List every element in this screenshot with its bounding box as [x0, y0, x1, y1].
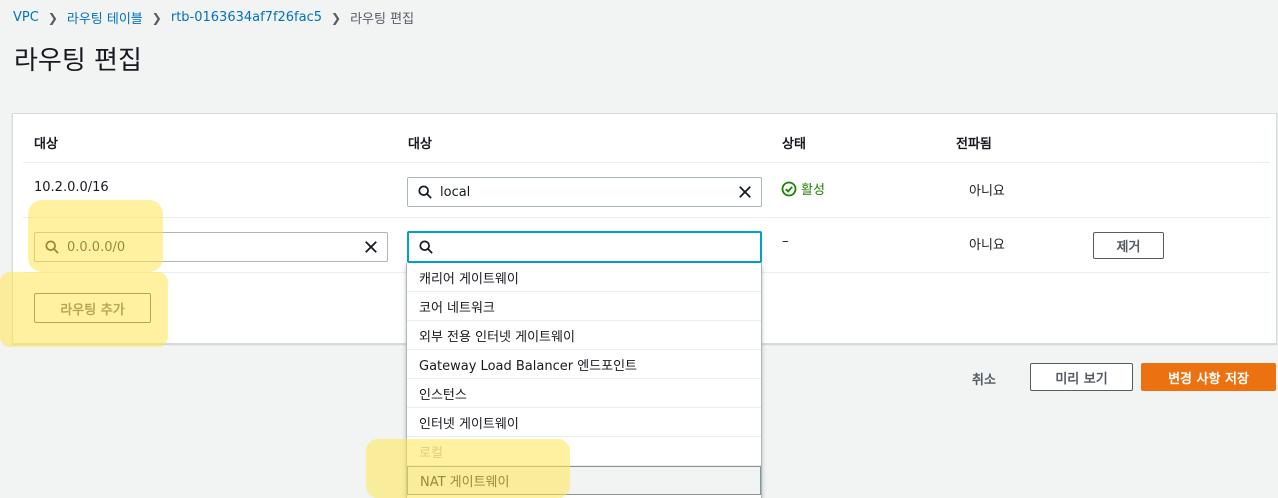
target-search-input-focused[interactable]: [407, 231, 762, 263]
target-value: local: [440, 184, 471, 200]
search-icon: [418, 185, 432, 199]
breadcrumb-current: 라우팅 편집: [350, 12, 415, 27]
column-header-target: 대상: [408, 137, 432, 152]
divider: [23, 217, 1270, 218]
chevron-right-icon: ❯: [151, 10, 162, 25]
dropdown-option[interactable]: 인터넷 게이트웨이: [407, 408, 761, 437]
target-dropdown-list: 캐리어 게이트웨이 코어 네트워크 외부 전용 인터넷 게이트웨이 Gatewa…: [406, 263, 762, 498]
search-icon: [45, 240, 59, 254]
clear-icon[interactable]: [738, 185, 752, 199]
breadcrumb: VPC ❯ 라우팅 테이블 ❯ rtb-0163634af7f26fac5 ❯ …: [13, 8, 414, 27]
column-header-status: 상태: [782, 137, 806, 152]
dropdown-option[interactable]: 코어 네트워크: [407, 292, 761, 321]
divider: [23, 162, 1270, 163]
clear-icon[interactable]: [364, 240, 378, 254]
add-route-button[interactable]: 라우팅 추가: [34, 293, 151, 323]
status-label: 활성: [801, 183, 825, 198]
search-icon: [419, 240, 433, 254]
dropdown-option[interactable]: 외부 전용 인터넷 게이트웨이: [407, 321, 761, 350]
dropdown-option[interactable]: Gateway Load Balancer 엔드포인트: [407, 350, 761, 379]
route-destination: 10.2.0.0/16: [34, 180, 109, 195]
remove-route-button[interactable]: 제거: [1093, 232, 1164, 259]
dropdown-option-hovered[interactable]: NAT 게이트웨이: [407, 466, 761, 495]
dropdown-option[interactable]: 캐리어 게이트웨이: [407, 263, 761, 292]
dropdown-option[interactable]: 인스턴스: [407, 379, 761, 408]
destination-search-input[interactable]: 0.0.0.0/0: [34, 232, 388, 262]
page-title: 라우팅 편집: [14, 46, 142, 76]
propagated-value: 아니요: [969, 184, 1005, 199]
destination-value: 0.0.0.0/0: [67, 239, 126, 255]
breadcrumb-route-table-id[interactable]: rtb-0163634af7f26fac5: [171, 10, 322, 25]
check-circle-icon: [781, 181, 797, 196]
status-active: 활성: [781, 179, 825, 198]
status-empty: –: [782, 234, 789, 249]
column-header-propagated: 전파됨: [956, 137, 992, 152]
save-changes-button[interactable]: 변경 사항 저장: [1141, 363, 1276, 391]
propagated-value: 아니요: [969, 238, 1005, 253]
preview-button[interactable]: 미리 보기: [1030, 363, 1133, 391]
target-search-input[interactable]: local: [407, 177, 762, 207]
cancel-button[interactable]: 취소: [972, 369, 996, 388]
breadcrumb-vpc[interactable]: VPC: [13, 10, 39, 25]
chevron-right-icon: ❯: [47, 10, 58, 25]
dropdown-option-disabled: 로컬: [407, 437, 761, 466]
breadcrumb-route-tables[interactable]: 라우팅 테이블: [67, 8, 143, 27]
column-header-destination: 대상: [34, 137, 58, 152]
chevron-right-icon: ❯: [331, 10, 342, 25]
